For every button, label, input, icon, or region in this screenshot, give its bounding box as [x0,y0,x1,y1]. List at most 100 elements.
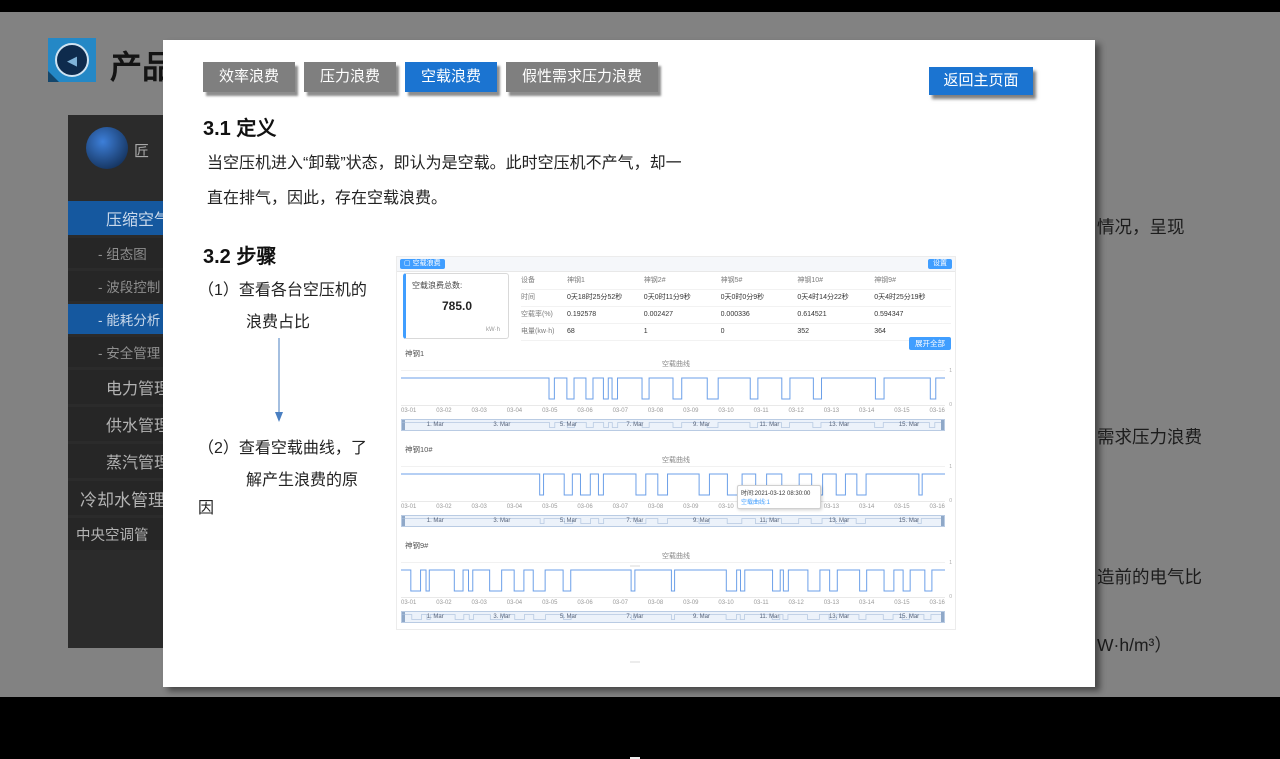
table-cell: 0.002427 [644,307,721,324]
x-axis-tick: 03-06 [577,599,592,607]
x-axis-tick: 03-10 [718,503,733,511]
table-cell: 352 [797,324,874,341]
y-axis-tick: 1 [949,560,952,566]
table-row-label: 电量(kw·h) [521,324,567,341]
table-cell: 68 [567,324,644,341]
x-axis-tick: 03-12 [788,599,803,607]
x-axis-tick: 03-09 [683,599,698,607]
background-text-fragment: 造前的电气比 [1097,564,1202,589]
x-axis-tick: 03-01 [401,503,416,511]
x-axis-tick: 03-10 [718,407,733,415]
datazoom-slider[interactable]: 1. Mar3. Mar5. Mar7. Mar9. Mar11. Mar13.… [401,515,945,527]
chart-block: 神钢10#空载曲线1003-0103-0203-0303-0403-0503-0… [397,445,955,539]
slider-label: 11. Mar [760,612,780,622]
table-cell: 0天4时25分19秒 [874,290,951,307]
slider-labels: 1. Mar3. Mar5. Mar7. Mar9. Mar11. Mar13.… [402,420,944,430]
slider-label: 3. Mar [493,612,510,622]
table-row-label: 空载率(%) [521,307,567,324]
x-axis-tick: 03-07 [613,503,628,511]
table-header-cell: 神钢9# [874,273,951,290]
x-axis-tick: 03-16 [930,599,945,607]
slider-label: 7. Mar [626,612,643,622]
folded-corner [48,71,59,82]
return-home-button[interactable]: 返回主页面 [929,67,1033,95]
chart-title: 神钢1 [405,349,955,359]
slider-label: 15. Mar [899,420,919,430]
x-axis-tick: 03-12 [788,407,803,415]
waste-total-value: 785.0 [406,299,508,313]
step2-text: 因 [198,494,214,518]
slider-label: 1. Mar [427,420,444,430]
x-axis-tick: 03-02 [436,599,451,607]
definition-text: 当空压机进入“卸载”状态，即认为是空载。此时空压机不产气，却一 直在排气，因此，… [207,146,737,216]
table-cell: 0.614521 [797,307,874,324]
waste-total-unit: kW·h [486,327,500,333]
table-header-cell: 神钢10# [797,273,874,290]
legend-label: 空载曲线 [662,551,690,561]
chart-plot[interactable]: 10 [401,466,945,502]
table-header-cell: 设备 [521,273,567,290]
slider-label: 3. Mar [493,516,510,526]
tab-item[interactable]: 压力浪费 [304,62,396,92]
x-axis-tick: 03-15 [894,599,909,607]
datazoom-slider[interactable]: 1. Mar3. Mar5. Mar7. Mar9. Mar11. Mar13.… [401,611,945,623]
definition-line: 直在排气，因此，存在空载浪费。 [207,181,737,216]
chart-legend[interactable]: 空载曲线 [397,455,955,464]
chart-block: 神钢9#空载曲线1003-0103-0203-0303-0403-0503-06… [397,541,955,635]
slider-label: 5. Mar [560,420,577,430]
x-axis-tick: 03-02 [436,407,451,415]
slider-label: 9. Mar [693,516,710,526]
step2-text: （2）查看空载曲线，了 [198,434,367,458]
x-axis-tick: 03-11 [754,599,769,607]
x-axis-tick: 03-01 [401,599,416,607]
badge-label: 空载浪费 [413,259,441,269]
background-text-fragment: 需求压力浪费 [1097,424,1202,449]
table-cell: 0.594347 [874,307,951,324]
slider-label: 5. Mar [560,516,577,526]
slider-label: 13. Mar [829,420,849,430]
x-axis-ticks: 03-0103-0203-0303-0403-0503-0603-0703-08… [401,407,945,415]
legend-line-icon [630,661,640,663]
slider-labels: 1. Mar3. Mar5. Mar7. Mar9. Mar11. Mar13.… [402,516,944,526]
step2-text: 解产生浪费的原 [246,466,358,490]
waste-table: 设备神钢1神钢2#神钢5#神钢10#神钢9#时间0天18时25分52秒0天0时1… [521,273,951,341]
table-header-cell: 神钢2# [644,273,721,290]
table-cell: 0天4时14分22秒 [797,290,874,307]
definition-line: 当空压机进入“卸载”状态，即认为是空载。此时空压机不产气，却一 [207,146,737,181]
datazoom-slider[interactable]: 1. Mar3. Mar5. Mar7. Mar9. Mar11. Mar13.… [401,419,945,431]
y-axis-tick: 1 [949,464,952,470]
x-axis-tick: 03-01 [401,407,416,415]
y-axis-tick: 0 [949,498,952,504]
content-panel: 效率浪费压力浪费空载浪费假性需求压力浪费 返回主页面 3.1 定义 当空压机进入… [163,40,1095,687]
chart-plot[interactable]: 10 [401,370,945,406]
chart-legend[interactable]: 空载曲线 [397,551,955,560]
slider-label: 9. Mar [693,612,710,622]
table-cell: 0.000336 [721,307,798,324]
y-axis-tick: 1 [949,368,952,374]
section-heading-steps: 3.2 步骤 [203,240,276,269]
back-arrow-icon: ◀ [55,43,89,77]
chart-legend[interactable]: 空载曲线 [397,359,955,368]
slider-label: 5. Mar [560,612,577,622]
tab-item[interactable]: 假性需求压力浪费 [506,62,658,92]
slider-labels: 1. Mar3. Mar5. Mar7. Mar9. Mar11. Mar13.… [402,612,944,622]
chart-plot[interactable]: 10 [401,562,945,598]
slider-label: 3. Mar [493,420,510,430]
x-axis-tick: 03-16 [930,407,945,415]
x-axis-tick: 03-13 [824,503,839,511]
waste-total-label: 空载浪费总数: [412,280,508,291]
x-axis-tick: 03-13 [824,407,839,415]
tab-item[interactable]: 效率浪费 [203,62,295,92]
table-cell: 0天0时11分9秒 [644,290,721,307]
x-axis-tick: 03-04 [507,599,522,607]
tab-item[interactable]: 空载浪费 [405,62,497,92]
back-button[interactable]: ◀ [48,38,96,82]
x-axis-tick: 03-06 [577,407,592,415]
dashboard-screenshot: ▢ 空载浪费 设置 空载浪费总数: 785.0 kW·h 设备神钢1神钢2#神钢… [396,256,956,630]
settings-button[interactable]: 设置 [928,259,952,269]
x-axis-tick: 03-03 [472,599,487,607]
charts-area: 神钢1空载曲线1003-0103-0203-0303-0403-0503-060… [397,347,955,635]
chart-block: 神钢1空载曲线1003-0103-0203-0303-0403-0503-060… [397,349,955,443]
tooltip-time: 时间:2021-03-12 08:30:00 [741,488,817,497]
slider-label: 15. Mar [899,612,919,622]
